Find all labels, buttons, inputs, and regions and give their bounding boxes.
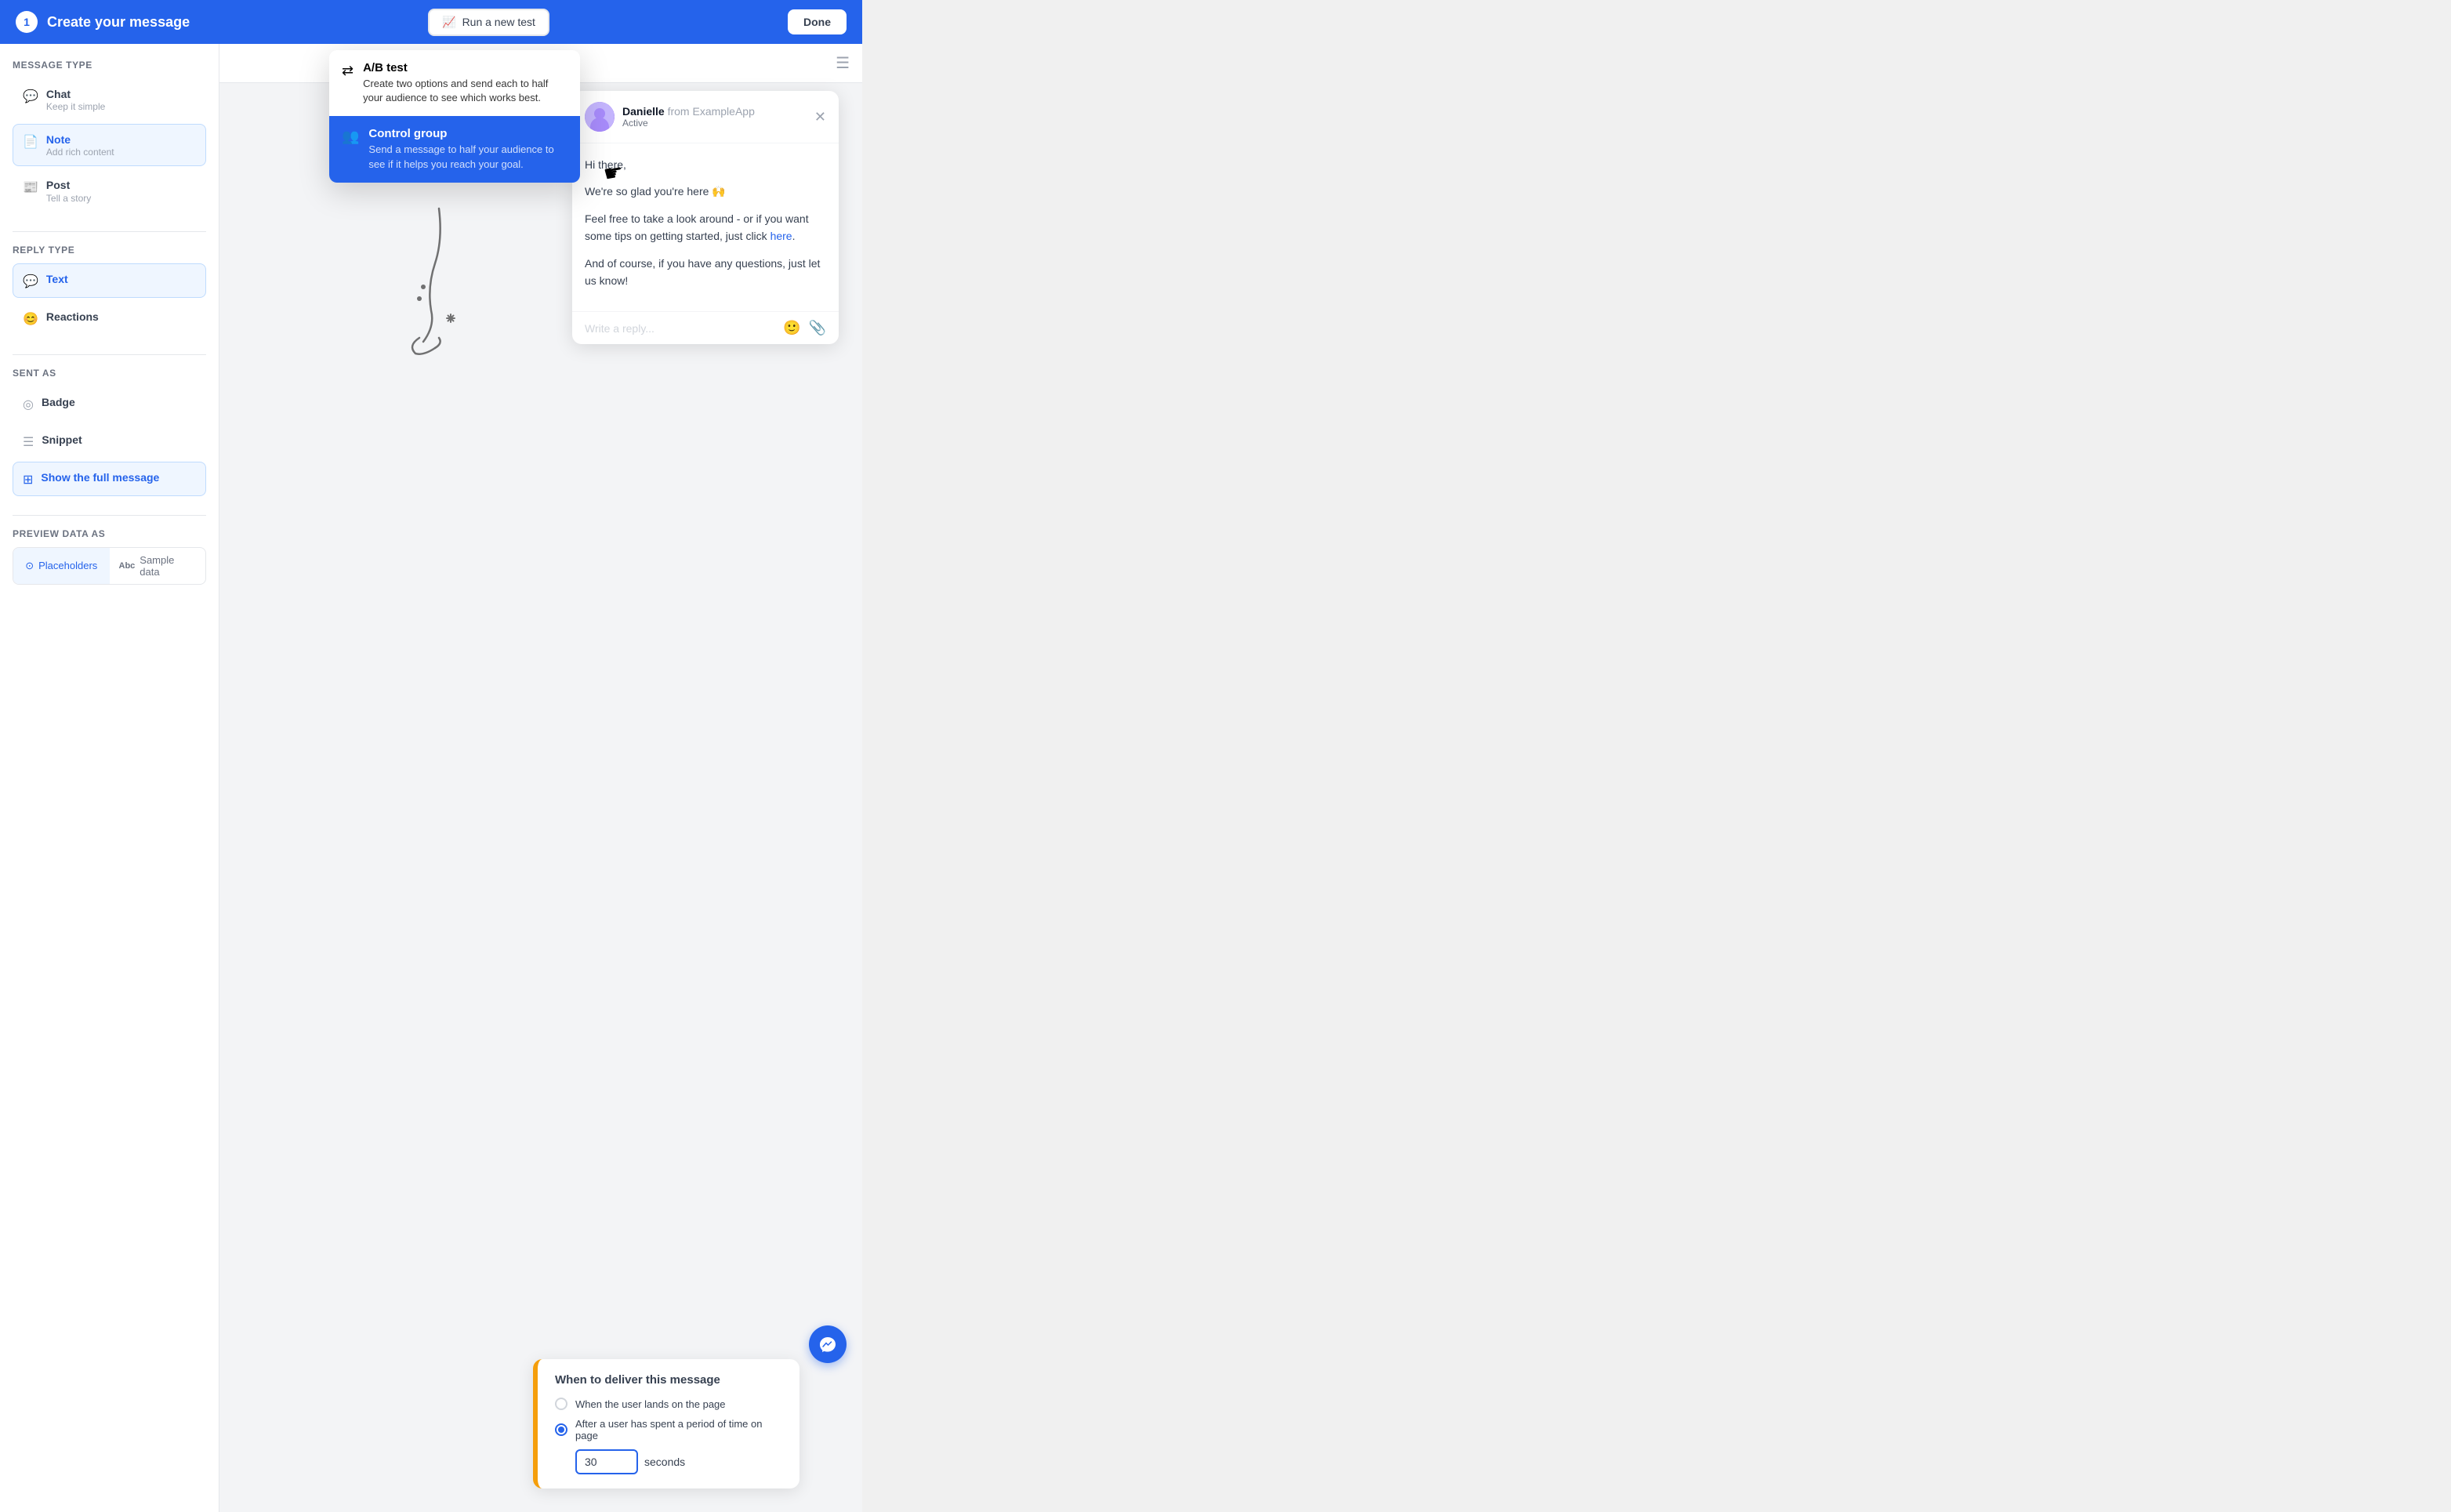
placeholders-icon: ⊙ — [25, 560, 34, 572]
seconds-input[interactable] — [575, 1449, 638, 1474]
snippet-icon: ☰ — [23, 434, 34, 450]
delivery-title: When to deliver this message — [555, 1373, 782, 1387]
reactions-title: Reactions — [46, 310, 99, 324]
sidebar: Message type 💬 Chat Keep it simple 📄 Not… — [0, 44, 219, 1512]
chat-subtitle: Keep it simple — [46, 101, 105, 112]
delivery-option-lands[interactable]: When the user lands on the page — [555, 1398, 782, 1410]
full-message-title: Show the full message — [41, 470, 159, 484]
emoji-icon[interactable]: 🙂 — [783, 320, 800, 336]
text-title: Text — [46, 272, 68, 286]
run-test-button[interactable]: 📈 Run a new test — [428, 9, 549, 36]
done-button[interactable]: Done — [788, 9, 847, 34]
full-message-icon: ⊞ — [23, 472, 33, 488]
divider-2 — [13, 354, 206, 355]
ab-test-option[interactable]: ⇄ A/B test Create two options and send e… — [329, 50, 580, 116]
reactions-icon: 😊 — [23, 311, 38, 327]
ab-test-desc: Create two options and send each to half… — [363, 77, 567, 105]
header-left: 1 Create your message — [16, 11, 190, 33]
chat-link[interactable]: here — [770, 230, 792, 242]
badge-title: Badge — [42, 395, 75, 409]
step-badge: 1 — [16, 11, 38, 33]
chat-user-name: Danielle from ExampleApp — [622, 105, 755, 118]
reply-type-label: Reply type — [13, 245, 206, 256]
header: 1 Create your message 📈 Run a new test D… — [0, 0, 862, 44]
radio-time[interactable] — [555, 1423, 567, 1436]
chat-header: Danielle from ExampleApp Active ✕ — [572, 91, 839, 143]
control-group-desc: Send a message to half your audience to … — [368, 143, 567, 171]
delivery-time-label: After a user has spent a period of time … — [575, 1418, 782, 1441]
divider-1 — [13, 231, 206, 232]
main-layout: Message type 💬 Chat Keep it simple 📄 Not… — [0, 44, 862, 1512]
sample-data-icon: Abc — [119, 561, 136, 571]
ab-test-title: A/B test — [363, 61, 567, 74]
note-title: Note — [46, 132, 114, 147]
post-icon: 📰 — [23, 179, 38, 195]
chat-footer: Write a reply... 🙂 📎 — [572, 311, 839, 344]
chat-close-button[interactable]: ✕ — [814, 109, 826, 125]
delivery-lands-label: When the user lands on the page — [575, 1398, 726, 1410]
reply-input[interactable]: Write a reply... — [585, 322, 783, 335]
doodle-decoration — [376, 201, 470, 361]
preview-section: Preview data as ⊙ Placeholders Abc Sampl… — [13, 528, 206, 585]
placeholders-label: Placeholders — [38, 560, 97, 571]
option-snippet[interactable]: ☰ Snippet — [13, 424, 206, 459]
ab-test-icon: ⇄ — [342, 63, 354, 79]
page-title: Create your message — [47, 14, 190, 31]
delivery-card: When to deliver this message When the us… — [533, 1359, 799, 1488]
chat-actions: 🙂 📎 — [783, 320, 826, 336]
messenger-button[interactable] — [809, 1325, 847, 1363]
dropdown-container: ⇄ A/B test Create two options and send e… — [329, 47, 580, 183]
preview-label: Preview data as — [13, 528, 206, 539]
sample-data-label: Sample data — [140, 554, 196, 578]
control-group-title: Control group — [368, 127, 567, 140]
hamburger-icon[interactable]: ☰ — [836, 53, 850, 73]
reply-type-section: Reply type 💬 Text 😊 Reactions — [13, 245, 206, 335]
run-test-label: Run a new test — [462, 16, 535, 28]
chat-icon: 💬 — [23, 89, 38, 104]
sent-as-section: Sent as ◎ Badge ☰ Snippet ⊞ Show the ful… — [13, 368, 206, 496]
badge-icon: ◎ — [23, 397, 34, 412]
seconds-label: seconds — [644, 1456, 685, 1468]
post-title: Post — [46, 178, 91, 192]
content-area: ☰ ⇄ A/B test Create two options and send… — [219, 44, 862, 1512]
run-test-icon: 📈 — [442, 16, 455, 29]
message-type-label: Message type — [13, 60, 206, 71]
seconds-input-group: seconds — [575, 1449, 782, 1474]
chat-active-status: Active — [622, 118, 755, 129]
chat-title: Chat — [46, 87, 105, 101]
placeholders-option[interactable]: ⊙ Placeholders — [13, 548, 110, 584]
snippet-title: Snippet — [42, 433, 82, 447]
delivery-option-time[interactable]: After a user has spent a period of time … — [555, 1418, 782, 1441]
note-subtitle: Add rich content — [46, 147, 114, 158]
sent-as-label: Sent as — [13, 368, 206, 379]
message-type-section: Message type 💬 Chat Keep it simple 📄 Not… — [13, 60, 206, 212]
control-group-option[interactable]: 👥 Control group Send a message to half y… — [329, 116, 580, 182]
option-badge[interactable]: ◎ Badge — [13, 386, 206, 421]
option-text[interactable]: 💬 Text — [13, 263, 206, 298]
preview-toggle: ⊙ Placeholders Abc Sample data — [13, 547, 206, 585]
divider-3 — [13, 515, 206, 516]
option-post[interactable]: 📰 Post Tell a story — [13, 169, 206, 212]
option-reactions[interactable]: 😊 Reactions — [13, 301, 206, 335]
chat-message: Hi there, We're so glad you're here 🙌 Fe… — [585, 156, 826, 289]
post-subtitle: Tell a story — [46, 193, 91, 204]
sample-data-option[interactable]: Abc Sample data — [110, 548, 206, 584]
option-chat[interactable]: 💬 Chat Keep it simple — [13, 78, 206, 121]
dropdown-menu: ⇄ A/B test Create two options and send e… — [329, 50, 580, 183]
header-center: 📈 Run a new test — [428, 9, 549, 36]
avatar — [585, 102, 615, 132]
note-icon: 📄 — [23, 134, 38, 150]
attachment-icon[interactable]: 📎 — [809, 320, 826, 336]
option-full-message[interactable]: ⊞ Show the full message — [13, 462, 206, 496]
chat-user-info: Danielle from ExampleApp Active — [585, 102, 755, 132]
option-note[interactable]: 📄 Note Add rich content — [13, 124, 206, 166]
control-group-icon: 👥 — [342, 129, 359, 145]
chat-preview: Danielle from ExampleApp Active ✕ Hi the… — [572, 91, 839, 344]
radio-lands[interactable] — [555, 1398, 567, 1410]
text-icon: 💬 — [23, 274, 38, 289]
chat-body: Hi there, We're so glad you're here 🙌 Fe… — [572, 143, 839, 311]
